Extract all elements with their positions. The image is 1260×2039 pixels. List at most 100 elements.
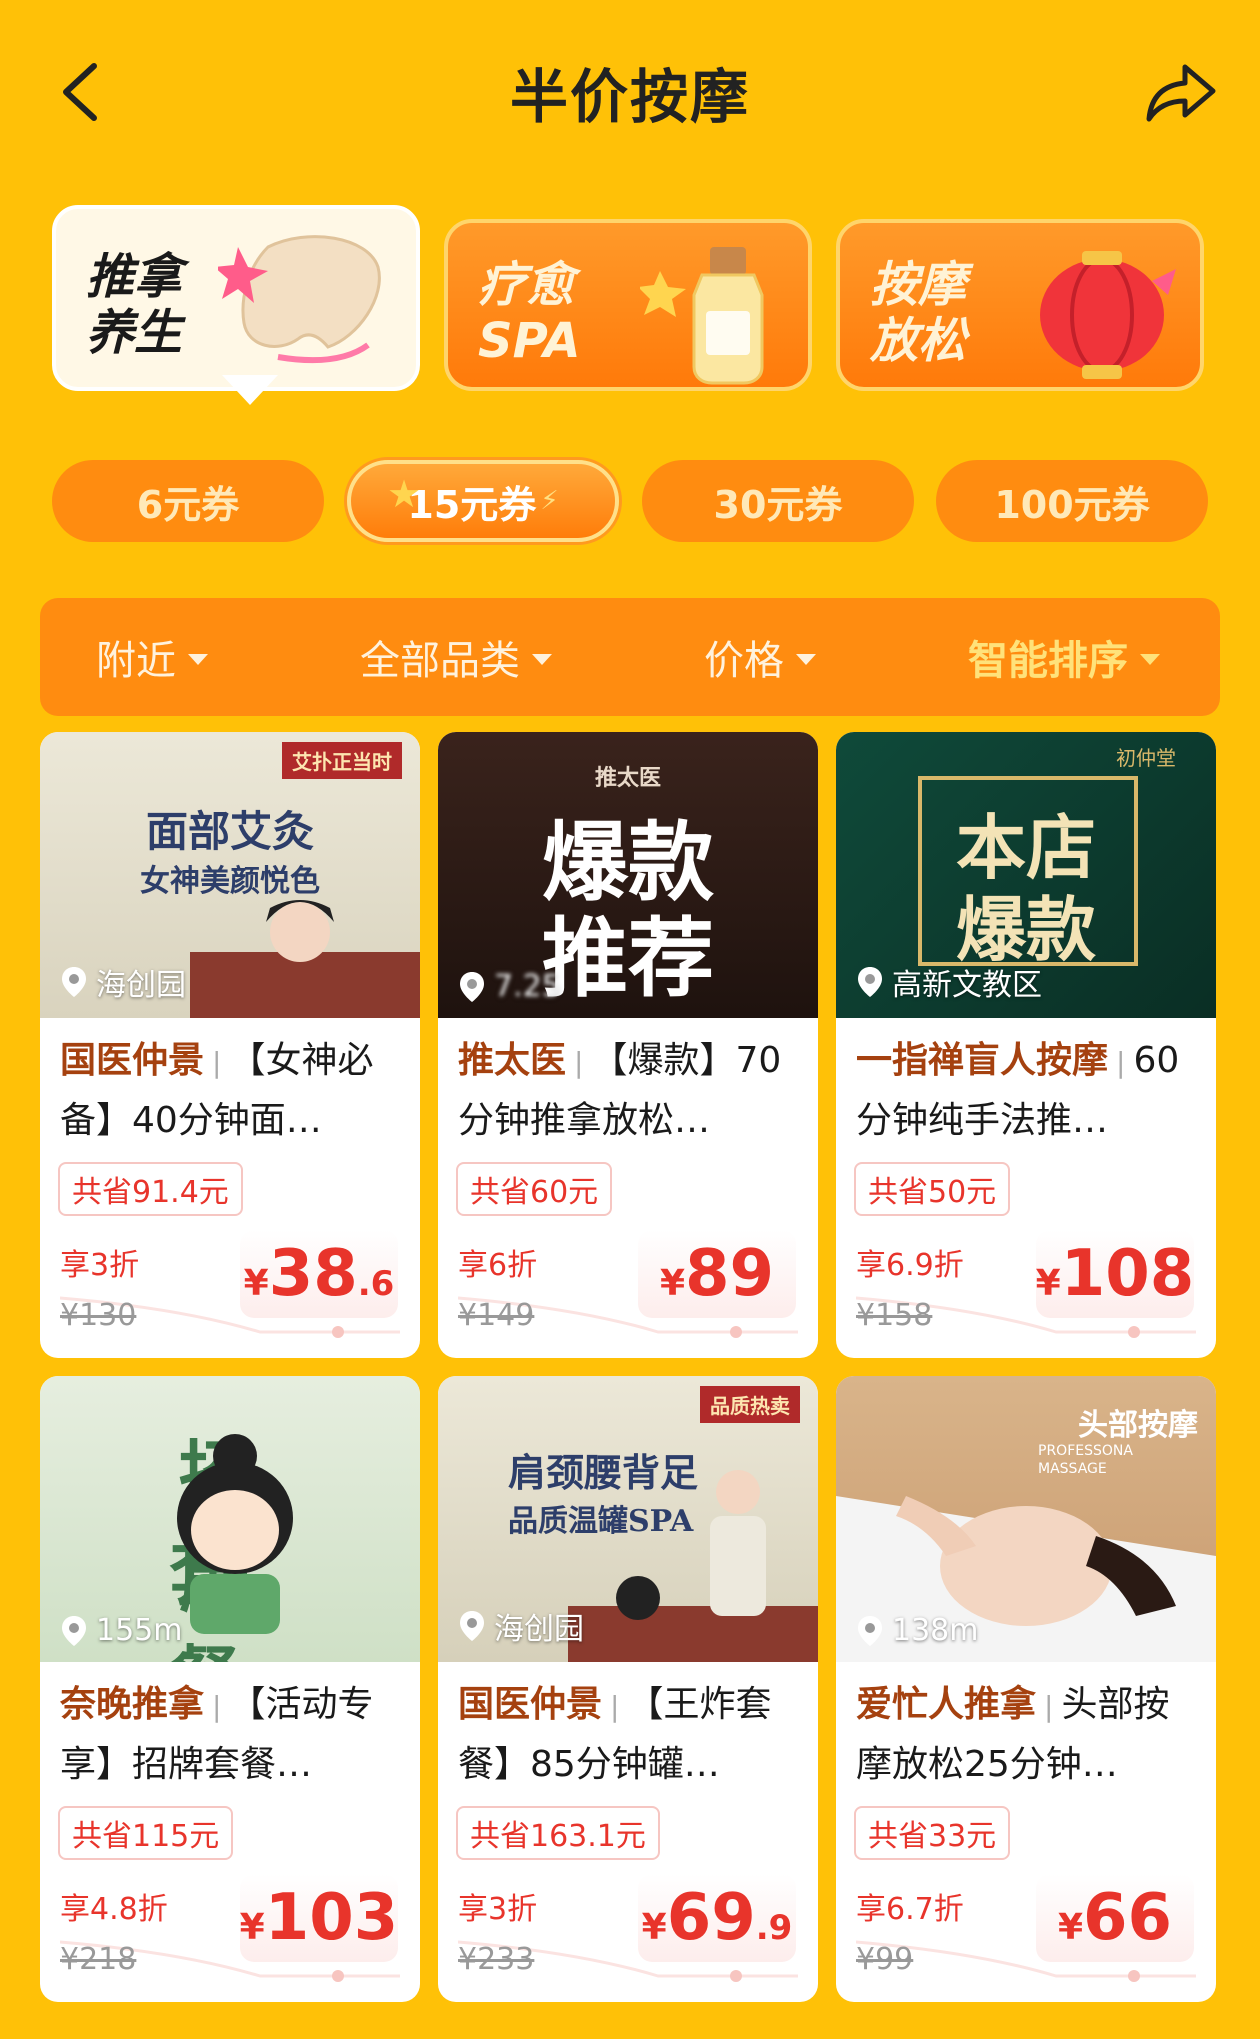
original-price: ¥130: [60, 1298, 137, 1333]
filter-label: 全部品类: [360, 638, 520, 684]
category-label: 疗愈 SPA: [478, 257, 581, 369]
sale-price: ¥66: [1036, 1874, 1194, 1962]
sale-price: ¥69.9: [638, 1874, 796, 1962]
sale-price: ¥38.6: [240, 1230, 398, 1318]
image-badge: 初仲堂: [1116, 746, 1176, 770]
savings-badge: 共省115元: [58, 1806, 234, 1860]
discount-text: 享4.8折: [60, 1892, 168, 1927]
original-price: ¥233: [458, 1942, 535, 1977]
product-card[interactable]: 头部按摩 PROFESSONA MASSAGE 138m 爱忙人推拿 | 头部按摩放…: [836, 1376, 1216, 2002]
discount-text: 享6.9折: [856, 1248, 964, 1283]
product-title: 一指禅盲人按摩 | 60分钟纯手法推…: [856, 1040, 1180, 1141]
bolt-icon: ⚡: [540, 486, 559, 516]
discount-text: 享6折: [458, 1248, 538, 1283]
location-tag: 7.25: [458, 969, 561, 1004]
filter-label: 附近: [96, 638, 176, 684]
gua-sha-stone-icon: [218, 235, 381, 364]
therapist-illustration: [568, 1470, 818, 1662]
shop-name: 爱忙人推拿: [856, 1684, 1037, 1725]
location-text: 海创园: [96, 968, 186, 1003]
product-card[interactable]: 初仲堂 本店 爆款 高新文教区 一指禅盲人按摩 | 60分钟纯手法推… 共省50元 …: [836, 732, 1216, 1358]
caret-down-icon: [796, 653, 816, 665]
product-image: 艾扑正当时 面部艾灸 女神美颜悦色 海创园: [40, 732, 420, 1018]
caret-down-icon: [532, 653, 552, 665]
location-text: 海创园: [494, 1612, 584, 1647]
category-massage[interactable]: 按摩 放松: [836, 219, 1204, 391]
original-price: ¥99: [856, 1942, 914, 1977]
coupon-filter: 6元券 ★ 15元券 ⚡ 30元券 100元券: [52, 460, 1208, 544]
caret-down-icon: [188, 653, 208, 665]
shop-name: 推太医: [458, 1040, 567, 1081]
category-label: 按摩 放松: [870, 257, 967, 369]
share-button[interactable]: [1138, 50, 1224, 136]
filter-nearby[interactable]: 附近: [96, 598, 208, 716]
product-card[interactable]: 品质热卖 肩颈腰背足 品质温罐SPA 海创园 国医仲景 | 【王炸套餐】85分钟罐……: [438, 1376, 818, 2002]
caret-down-icon: [1140, 653, 1160, 665]
location-text: 7.25: [494, 969, 561, 1004]
discount-text: 享3折: [458, 1892, 538, 1927]
location-tag: 高新文教区: [856, 960, 1042, 1004]
original-price: ¥218: [60, 1942, 137, 1977]
image-badge: 艾扑正当时: [282, 742, 402, 779]
coupon-label: 6元券: [136, 482, 240, 527]
category-label: 推拿 养生: [86, 249, 183, 361]
active-category-pointer: [222, 375, 278, 405]
product-card[interactable]: 艾扑正当时 面部艾灸 女神美颜悦色 海创园 国医仲景 | 【女神必备】40分钟面… …: [40, 732, 420, 1358]
category-tabs: 推拿 养生 疗愈 SPA 按摩 放松: [52, 205, 1208, 405]
location-pin-icon: [858, 967, 882, 997]
category-tuina[interactable]: 推拿 养生: [52, 205, 420, 391]
coupon-100[interactable]: 100元券: [936, 460, 1208, 542]
original-price: ¥158: [856, 1298, 933, 1333]
coupon-label: 15元券: [407, 482, 537, 527]
model-illustration: [190, 900, 420, 1018]
location-pin-icon: [460, 1611, 484, 1641]
location-text: 138m: [892, 1613, 979, 1648]
discount-text: 享3折: [60, 1248, 140, 1283]
filter-price[interactable]: 价格: [704, 598, 816, 716]
coupon-6[interactable]: 6元券: [52, 460, 324, 542]
product-title: 推太医 | 【爆款】70分钟推拿放松…: [458, 1040, 782, 1141]
shop-name: 国医仲景: [60, 1040, 205, 1081]
product-card[interactable]: 推太医 爆款 推荐 7.25 推太医 | 【爆款】70分钟推拿放松… 共省60元 享…: [438, 732, 818, 1358]
shop-name: 一指禅盲人按摩: [856, 1040, 1109, 1081]
filter-label: 智能排序: [968, 638, 1128, 684]
product-title: 奈晚推拿 | 【活动专享】招牌套餐…: [60, 1684, 374, 1785]
sale-price: ¥103: [240, 1874, 398, 1962]
location-pin-icon: [62, 1615, 86, 1646]
product-title: 国医仲景 | 【王炸套餐】85分钟罐…: [458, 1684, 772, 1785]
product-image: 头部按摩 PROFESSONA MASSAGE 138m: [836, 1376, 1216, 1662]
header-bar: 半价按摩: [0, 0, 1260, 180]
filter-category[interactable]: 全部品类: [360, 598, 552, 716]
filter-label: 价格: [704, 638, 784, 684]
location-tag: 海创园: [458, 1604, 584, 1648]
product-card[interactable]: 招牌 套餐 155m 奈晚推拿|【活动专享】招牌套餐… 共省115元 享4.8折…: [40, 1376, 420, 2002]
star-icon: ★: [387, 472, 422, 516]
image-badge: 品质热卖: [700, 1386, 800, 1423]
product-image: 推太医 爆款 推荐 7.25: [438, 732, 818, 1018]
coupon-30[interactable]: 30元券: [642, 460, 914, 542]
essential-oil-bottle-icon: [640, 247, 764, 385]
category-spa[interactable]: 疗愈 SPA: [444, 219, 812, 391]
location-text: 高新文教区: [892, 968, 1042, 1003]
shop-name: 国医仲景: [458, 1684, 603, 1725]
location-text: 155m: [96, 1613, 183, 1648]
page-title: 半价按摩: [509, 63, 750, 131]
coupon-label: 100元券: [994, 482, 1150, 527]
coupon-label: 30元券: [713, 482, 843, 527]
product-image: 招牌 套餐 155m: [40, 1376, 420, 1662]
filter-bar: 附近 全部品类 价格 智能排序: [40, 598, 1220, 716]
sale-price: ¥89: [638, 1230, 796, 1318]
discount-text: 享6.7折: [856, 1892, 964, 1927]
location-tag: 海创园: [60, 960, 186, 1004]
image-headline: 头部按摩: [1078, 1408, 1198, 1443]
savings-badge: 共省163.1元: [456, 1806, 660, 1860]
savings-badge: 共省50元: [854, 1162, 1011, 1216]
shop-name: 奈晚推拿: [60, 1684, 205, 1725]
location-pin-icon: [62, 967, 86, 997]
filter-sort[interactable]: 智能排序: [968, 598, 1160, 716]
image-badge: 推太医: [594, 765, 661, 791]
savings-badge: 共省91.4元: [58, 1162, 243, 1216]
coupon-15[interactable]: ★ 15元券 ⚡: [347, 460, 619, 542]
location-tag: 155m: [60, 1613, 182, 1648]
product-title: 国医仲景 | 【女神必备】40分钟面…: [60, 1040, 374, 1141]
